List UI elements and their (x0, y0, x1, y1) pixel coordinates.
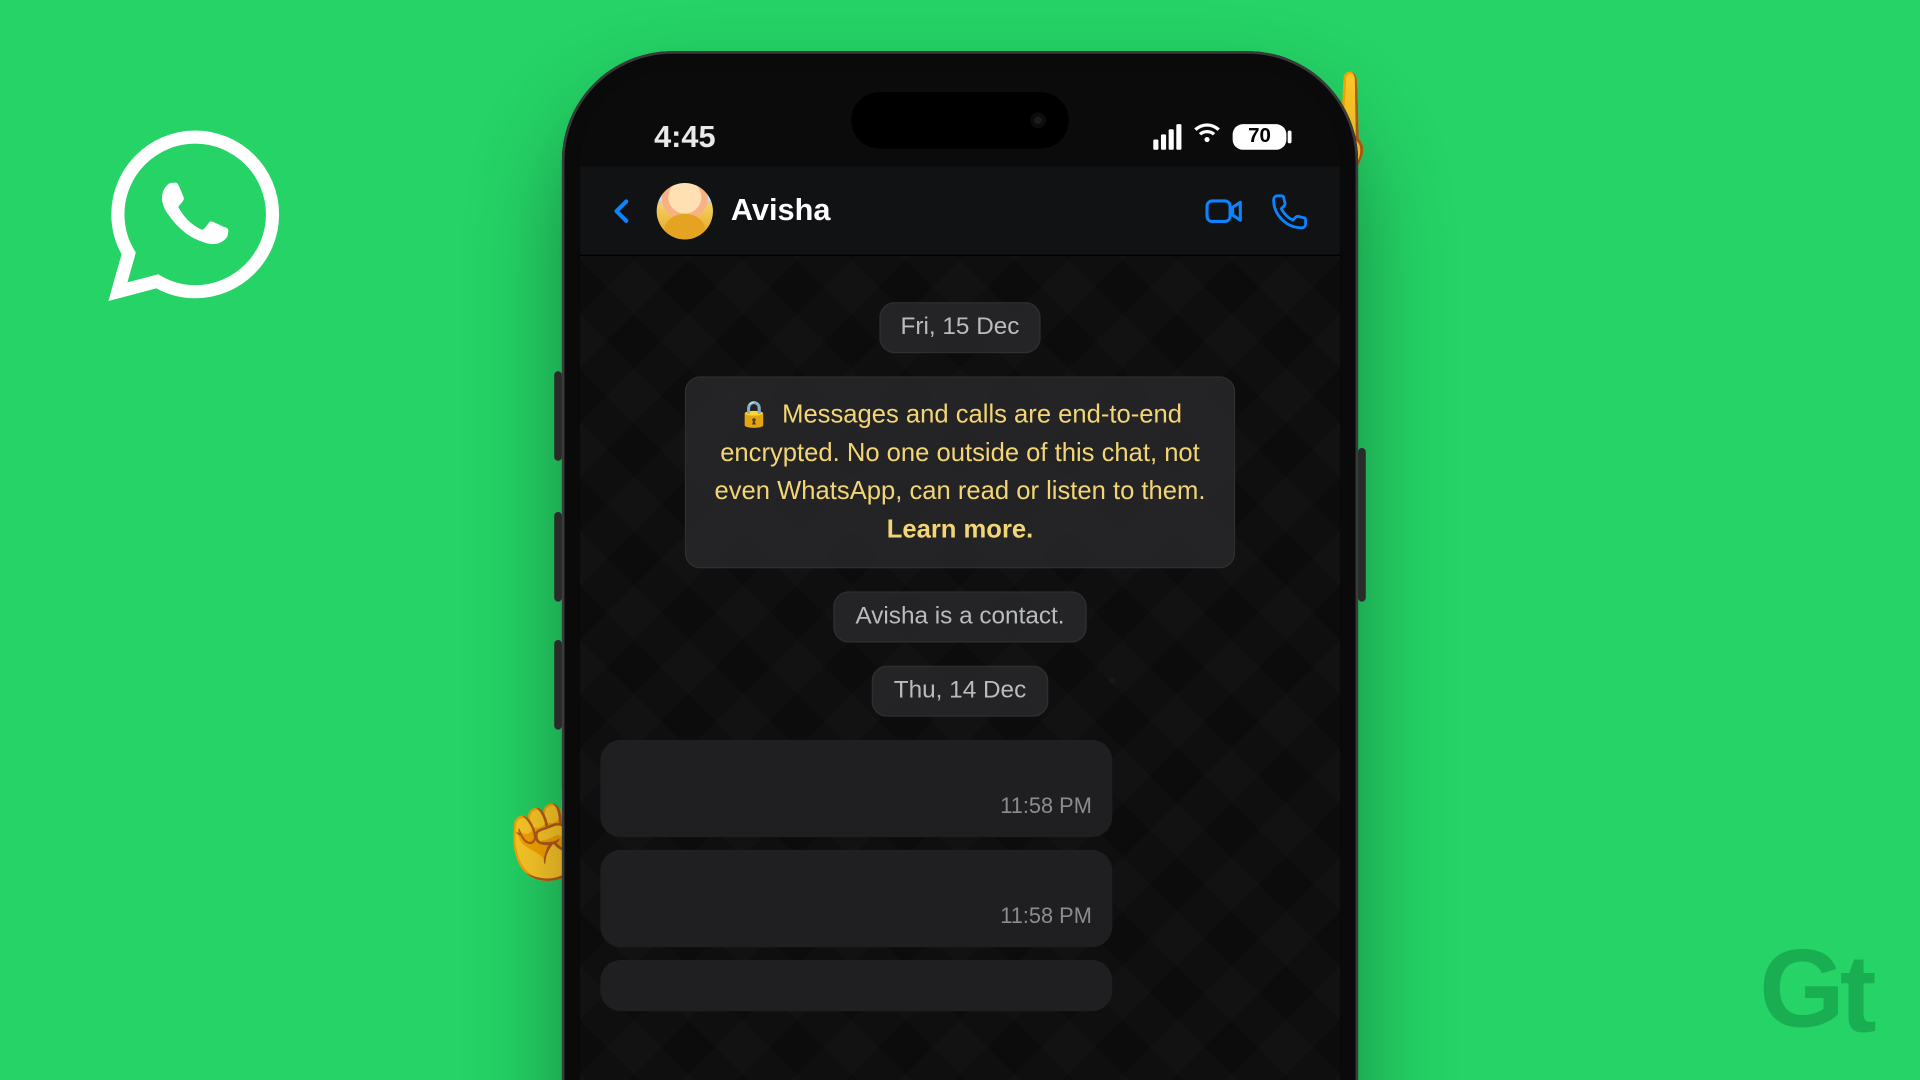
chat-scroll-area[interactable]: Fri, 15 Dec 🔒 Messages and calls are end… (580, 256, 1340, 1080)
status-time: 4:45 (654, 120, 716, 156)
contact-avatar[interactable] (657, 182, 713, 238)
date-separator: Fri, 15 Dec (879, 302, 1041, 353)
message-timestamp: 11:58 PM (1000, 904, 1092, 930)
encryption-learn-more-link[interactable]: Learn more. (887, 516, 1034, 544)
gt-watermark: Gt (1759, 934, 1871, 1044)
wifi-icon (1192, 116, 1223, 156)
date-separator: Thu, 14 Dec (872, 666, 1048, 717)
contact-name[interactable]: Avisha (731, 193, 831, 229)
back-button[interactable] (605, 194, 638, 227)
chat-header: Avisha (580, 166, 1340, 256)
dynamic-island (851, 92, 1069, 148)
video-call-button[interactable] (1199, 186, 1248, 235)
battery-indicator: 70 (1233, 124, 1287, 150)
incoming-message-bubble[interactable] (600, 960, 1112, 1011)
encryption-text: Messages and calls are end-to-end encryp… (715, 401, 1206, 506)
encryption-notice[interactable]: 🔒 Messages and calls are end-to-end encr… (685, 376, 1235, 568)
message-timestamp: 11:58 PM (1000, 794, 1092, 820)
contact-info-pill: Avisha is a contact. (834, 591, 1087, 642)
incoming-message-bubble[interactable]: 11:58 PM (600, 740, 1112, 837)
incoming-message-bubble[interactable]: 11:58 PM (600, 850, 1112, 947)
cellular-signal-icon (1153, 124, 1181, 150)
phone-frame: 4:45 70 Avisha (562, 51, 1358, 1080)
voice-call-button[interactable] (1266, 186, 1315, 235)
lock-icon: 🔒 (738, 401, 770, 429)
whatsapp-logo-icon (102, 122, 288, 308)
